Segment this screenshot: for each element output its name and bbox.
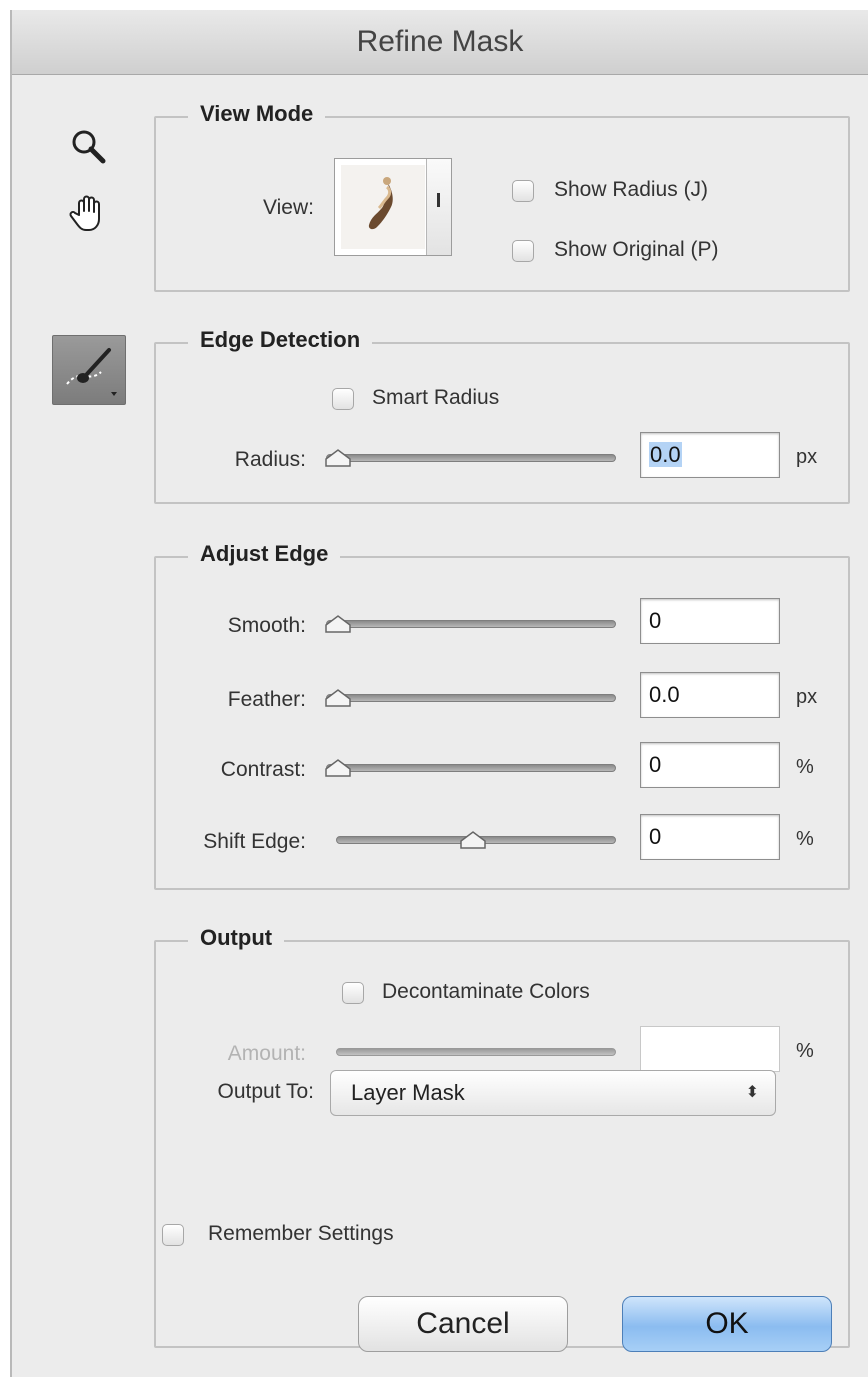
- shift-edge-label: Shift Edge:: [203, 830, 306, 853]
- zoom-icon[interactable]: [64, 122, 114, 172]
- contrast-slider-thumb[interactable]: [324, 757, 352, 779]
- output-to-select[interactable]: Layer Mask ⬍: [330, 1070, 776, 1116]
- shift-edge-slider-thumb[interactable]: [459, 829, 487, 851]
- decontaminate-colors-checkbox[interactable]: [342, 982, 364, 1004]
- show-radius-checkbox[interactable]: [512, 180, 534, 202]
- output-to-label: Output To:: [217, 1080, 314, 1103]
- view-mode-group: View Mode View: Show Radius (J) Show Ori…: [154, 101, 850, 292]
- radius-unit: px: [796, 446, 818, 468]
- remember-settings-label: Remember Settings: [208, 1222, 394, 1245]
- edge-detection-group: Edge Detection Smart Radius Radius: 0.0 …: [154, 327, 850, 504]
- view-preview-image: [341, 165, 425, 249]
- adjust-edge-legend: Adjust Edge: [188, 541, 341, 567]
- radius-slider-thumb[interactable]: [324, 447, 352, 469]
- ok-button[interactable]: OK: [622, 1296, 832, 1352]
- chevron-updown-icon: ⬍: [745, 1084, 759, 1101]
- shift-edge-unit: %: [796, 828, 814, 850]
- feather-slider-thumb[interactable]: [324, 687, 352, 709]
- output-legend: Output: [188, 925, 285, 951]
- remember-settings-checkbox[interactable]: [162, 1224, 184, 1246]
- output-group: Output Decontaminate Colors Amount: % Ou…: [154, 925, 850, 1348]
- smooth-slider[interactable]: [326, 620, 616, 628]
- smooth-input[interactable]: 0: [640, 598, 780, 644]
- feather-label: Feather:: [227, 688, 306, 711]
- view-label: View:: [263, 196, 314, 219]
- smooth-slider-thumb[interactable]: [324, 613, 352, 635]
- cancel-button[interactable]: Cancel: [358, 1296, 568, 1352]
- view-mode-picker[interactable]: [334, 158, 452, 256]
- view-dropdown-arrow[interactable]: [426, 159, 451, 255]
- refine-mask-dialog: Refine Mask View Mode View: Show Radius …: [10, 10, 868, 1377]
- contrast-unit: %: [796, 756, 814, 778]
- show-original-label: Show Original (P): [554, 238, 719, 261]
- show-radius-label: Show Radius (J): [554, 178, 709, 201]
- contrast-slider[interactable]: [326, 764, 616, 772]
- dialog-title: Refine Mask: [12, 10, 868, 75]
- shift-edge-input[interactable]: 0: [640, 814, 780, 860]
- feather-input[interactable]: 0.0: [640, 672, 780, 718]
- show-original-checkbox[interactable]: [512, 240, 534, 262]
- feather-unit: px: [796, 686, 818, 708]
- smart-radius-checkbox[interactable]: [332, 388, 354, 410]
- radius-slider[interactable]: [326, 454, 616, 462]
- amount-input: [640, 1026, 780, 1072]
- adjust-edge-group: Adjust Edge Smooth: 0 Feather: 0.0 px Co…: [154, 541, 850, 890]
- amount-slider: [336, 1048, 616, 1056]
- smooth-label: Smooth:: [227, 614, 306, 637]
- hand-icon[interactable]: [64, 188, 114, 238]
- smart-radius-label: Smart Radius: [372, 386, 500, 409]
- contrast-input[interactable]: 0: [640, 742, 780, 788]
- output-to-value: Layer Mask: [351, 1080, 465, 1105]
- amount-label: Amount:: [227, 1042, 306, 1065]
- amount-unit: %: [796, 1040, 814, 1062]
- view-mode-legend: View Mode: [188, 101, 326, 127]
- contrast-label: Contrast:: [220, 758, 306, 781]
- feather-slider[interactable]: [326, 694, 616, 702]
- refine-radius-brush-icon[interactable]: [52, 335, 126, 405]
- decontaminate-colors-label: Decontaminate Colors: [382, 980, 590, 1003]
- radius-label: Radius:: [234, 448, 306, 471]
- radius-input[interactable]: 0.0: [640, 432, 780, 478]
- edge-detection-legend: Edge Detection: [188, 327, 373, 353]
